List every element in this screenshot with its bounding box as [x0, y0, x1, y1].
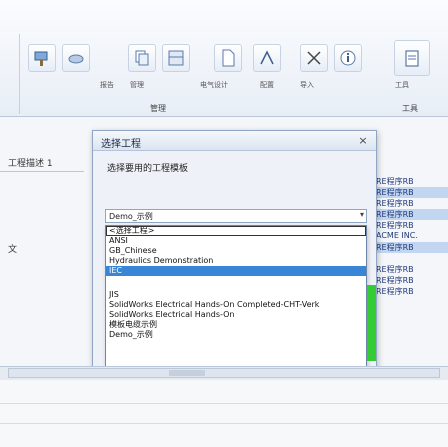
dropdown-gap [106, 276, 366, 290]
copy-button[interactable] [128, 44, 156, 72]
panel-icon [168, 50, 184, 66]
list-item[interactable]: RE程序RB [376, 220, 448, 231]
horizontal-scrollbar[interactable] [8, 368, 440, 378]
dropdown-option[interactable]: IEC [106, 266, 366, 276]
list-item[interactable]: RE程序RB [376, 209, 448, 220]
dropdown-option[interactable]: ANSI [106, 236, 366, 246]
ribbon-group-label: 管理 [150, 104, 166, 113]
list-item[interactable]: RE程序RB [376, 286, 448, 297]
bottom-panel [0, 380, 448, 447]
ribbon-small-label: 导入 [300, 81, 314, 89]
dropdown-option[interactable]: SolidWorks Electrical Hands-On Completed… [106, 300, 366, 310]
divider [0, 412, 448, 424]
list-item[interactable]: RE程序RB [376, 242, 448, 253]
cut-icon [307, 51, 321, 65]
wire-icon [260, 50, 274, 65]
dropdown-option[interactable]: <选择工程> [106, 226, 366, 236]
ribbon-small-label: 电气设计 [200, 81, 228, 89]
ribbon-small-label: 管理 [130, 81, 144, 89]
tab-project-description[interactable]: 工程描述 1 [0, 152, 84, 172]
cut-button[interactable] [300, 44, 328, 72]
ribbon-group-label: 工具 [402, 104, 418, 113]
close-icon[interactable]: × [356, 134, 370, 148]
project-template-combo[interactable]: Demo_示例 ▾ [105, 209, 367, 223]
wire-button[interactable] [253, 44, 281, 72]
list-item[interactable]: RE程序RB [376, 176, 448, 187]
dropdown-option[interactable]: GB_Chinese [106, 246, 366, 256]
left-item: 文 [8, 245, 18, 255]
scrollbar-thumb[interactable] [169, 370, 205, 376]
ribbon: 报告 管理 电气设计 配置 导入 工具 管理 工具 [0, 0, 448, 117]
list-item[interactable]: RE程序RB [376, 198, 448, 209]
list-item[interactable]: RE程序RB [376, 275, 448, 286]
green-indicator [367, 285, 376, 361]
file-icon [222, 49, 235, 67]
copy-icon [135, 50, 149, 66]
dropdown-option[interactable]: Hydraulics Demonstration [106, 256, 366, 266]
panel-button[interactable] [162, 44, 190, 72]
list-item[interactable]: RE程序RB [376, 187, 448, 198]
info-icon [340, 50, 356, 66]
ribbon-small-label: 报告 [100, 81, 114, 89]
ribbon-small-label: 配置 [260, 81, 274, 89]
chevron-down-icon[interactable]: ▾ [360, 210, 364, 219]
dropdown-option[interactable]: Demo_示例 [106, 330, 366, 340]
dialog-title: 选择工程 [93, 131, 376, 151]
dialog-subtitle: 选择要用的工程模板 [107, 164, 189, 174]
clipboard-icon [405, 50, 419, 67]
list-item[interactable]: ACME INC. [376, 231, 448, 242]
list-item[interactable]: RE程序RB [376, 264, 448, 275]
cloud-icon [68, 54, 84, 64]
info-button[interactable] [334, 44, 362, 72]
clipboard-button[interactable] [394, 40, 430, 76]
combo-value: Demo_示例 [109, 212, 153, 221]
paint-icon [34, 51, 48, 66]
background-list: RE程序RB RE程序RB RE程序RB RE程序RB RE程序RB ACME INC. R… [376, 176, 448, 297]
dropdown-option[interactable]: SolidWorks Electrical Hands-On [106, 310, 366, 320]
ribbon-group-edge [0, 34, 20, 114]
cloud-button[interactable] [62, 44, 90, 72]
project-template-dropdown[interactable]: <选择工程> ANSI GB_Chinese Hydraulics Demonstra… [105, 225, 367, 367]
ribbon-small-label: 工具 [395, 81, 409, 89]
dropdown-option[interactable]: JIS [106, 290, 366, 300]
paint-button[interactable] [28, 44, 56, 72]
list-item[interactable] [376, 253, 448, 264]
divider [0, 392, 448, 404]
document-button[interactable] [214, 44, 242, 72]
dropdown-option[interactable]: 模板电缆示例 [106, 320, 366, 330]
